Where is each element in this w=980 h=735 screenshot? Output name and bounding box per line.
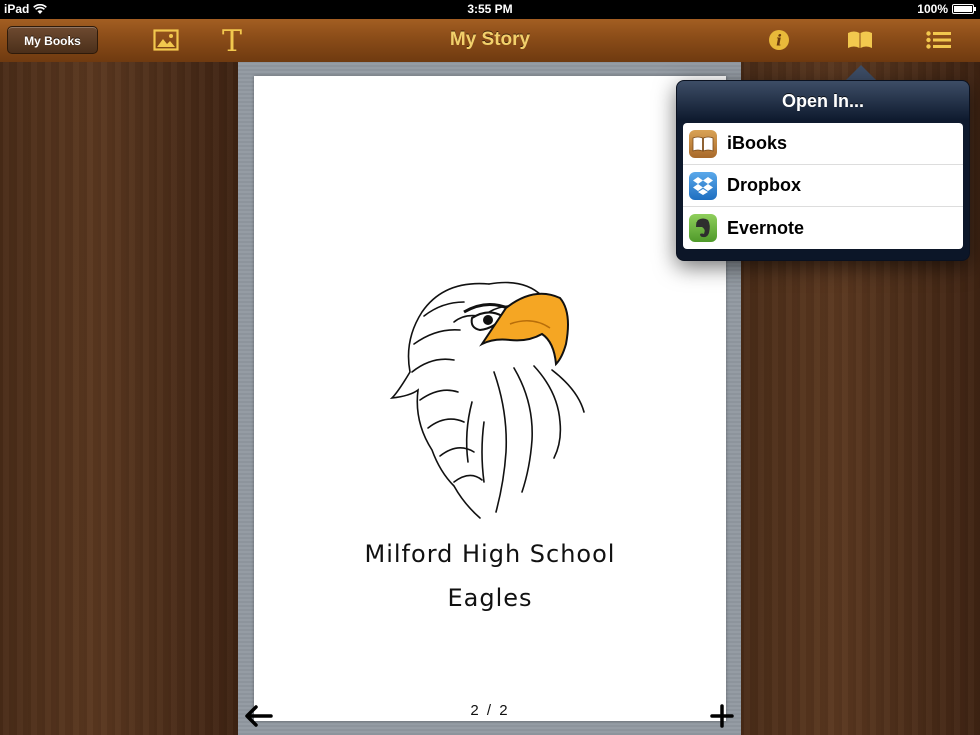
list-icon[interactable] (925, 27, 953, 53)
battery-percent: 100% (917, 2, 948, 16)
toolbar: My Books T My Story i (0, 19, 980, 63)
open-in-evernote[interactable]: Evernote (683, 207, 963, 249)
dropbox-label: Dropbox (727, 175, 801, 195)
page-number: 2 / 2 (470, 702, 510, 719)
open-in-ibooks[interactable]: iBooks (683, 123, 963, 165)
ibooks-label: iBooks (727, 133, 788, 153)
book-page[interactable]: Milford High School Eagles 2 / 2 (254, 76, 726, 721)
text-icon[interactable]: T (218, 26, 246, 54)
eagle-illustration (389, 281, 585, 519)
svg-text:T: T (222, 26, 242, 54)
book-title: My Story (449, 29, 531, 50)
page-caption-line2: Eagles (447, 584, 533, 612)
evernote-label: Evernote (727, 217, 805, 238)
battery-area: 100% (917, 2, 976, 16)
info-icon[interactable]: i (767, 27, 791, 53)
battery-icon (952, 4, 976, 14)
popover-title: Open In... (781, 91, 864, 111)
open-in-popover: Open In... iBooks Dropbox Evernote (676, 80, 970, 261)
plus-icon (710, 704, 734, 728)
ibooks-icon (689, 129, 717, 158)
image-icon[interactable] (152, 27, 180, 53)
svg-text:i: i (776, 32, 782, 50)
book-icon[interactable] (845, 27, 875, 53)
evernote-icon (689, 214, 717, 242)
status-bar: iPad 3:55 PM 100% (0, 0, 980, 19)
popover-arrow (845, 65, 877, 81)
page-caption-line1: Milford High School (364, 540, 616, 568)
wood-background-left (0, 62, 238, 735)
arrow-left-icon (245, 705, 273, 727)
clock: 3:55 PM (467, 2, 513, 16)
dropbox-icon (689, 171, 717, 200)
add-page-button[interactable] (707, 702, 737, 730)
battery-fill (954, 6, 972, 12)
open-in-dropbox[interactable]: Dropbox (683, 165, 963, 207)
open-in-list: iBooks Dropbox Evernote (683, 123, 963, 249)
my-books-button[interactable]: My Books (7, 26, 98, 54)
previous-page-button[interactable] (242, 702, 274, 730)
